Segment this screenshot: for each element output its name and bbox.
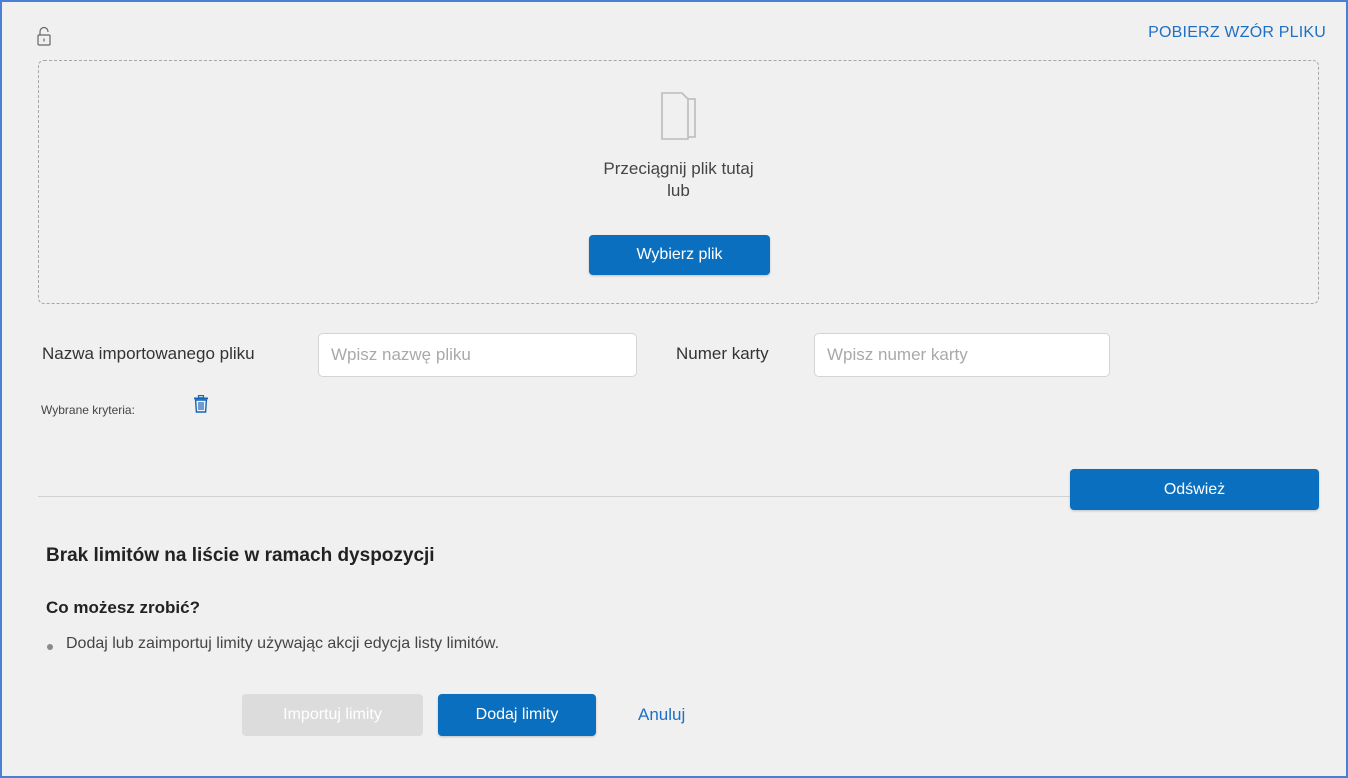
import-limits-panel: POBIERZ WZÓR PLIKU Przeciągnij plik tuta… bbox=[0, 0, 1348, 778]
empty-state-title: Brak limitów na liście w ramach dyspozyc… bbox=[46, 545, 435, 566]
file-dropzone[interactable]: Przeciągnij plik tutaj lub Wybierz plik bbox=[38, 60, 1319, 304]
dropzone-text-line1: Przeciągnij plik tutaj bbox=[603, 159, 754, 178]
documents-icon bbox=[656, 91, 702, 147]
choose-file-button[interactable]: Wybierz plik bbox=[589, 235, 770, 275]
card-number-input[interactable] bbox=[814, 333, 1110, 377]
dropzone-instructions: Przeciągnij plik tutaj lub bbox=[39, 158, 1318, 202]
card-number-label: Numer karty bbox=[676, 344, 769, 363]
file-name-input[interactable] bbox=[318, 333, 637, 377]
add-limits-button[interactable]: Dodaj limity bbox=[438, 694, 596, 736]
cancel-link[interactable]: Anuluj bbox=[638, 705, 685, 725]
help-title: Co możesz zrobić? bbox=[46, 598, 200, 617]
download-template-link[interactable]: POBIERZ WZÓR PLIKU bbox=[1148, 24, 1326, 42]
refresh-button[interactable]: Odśwież bbox=[1070, 469, 1319, 510]
help-tip: Dodaj lub zaimportuj limity używając akc… bbox=[66, 635, 500, 652]
lock-open-icon bbox=[36, 26, 52, 48]
trash-icon[interactable] bbox=[193, 395, 209, 413]
import-limits-button[interactable]: Importuj limity bbox=[242, 694, 423, 736]
section-divider bbox=[38, 496, 1071, 497]
dropzone-text-line2: lub bbox=[667, 181, 690, 200]
file-name-label: Nazwa importowanego pliku bbox=[42, 344, 255, 363]
bullet-icon bbox=[47, 644, 53, 650]
selected-criteria-label: Wybrane kryteria: bbox=[41, 403, 135, 417]
